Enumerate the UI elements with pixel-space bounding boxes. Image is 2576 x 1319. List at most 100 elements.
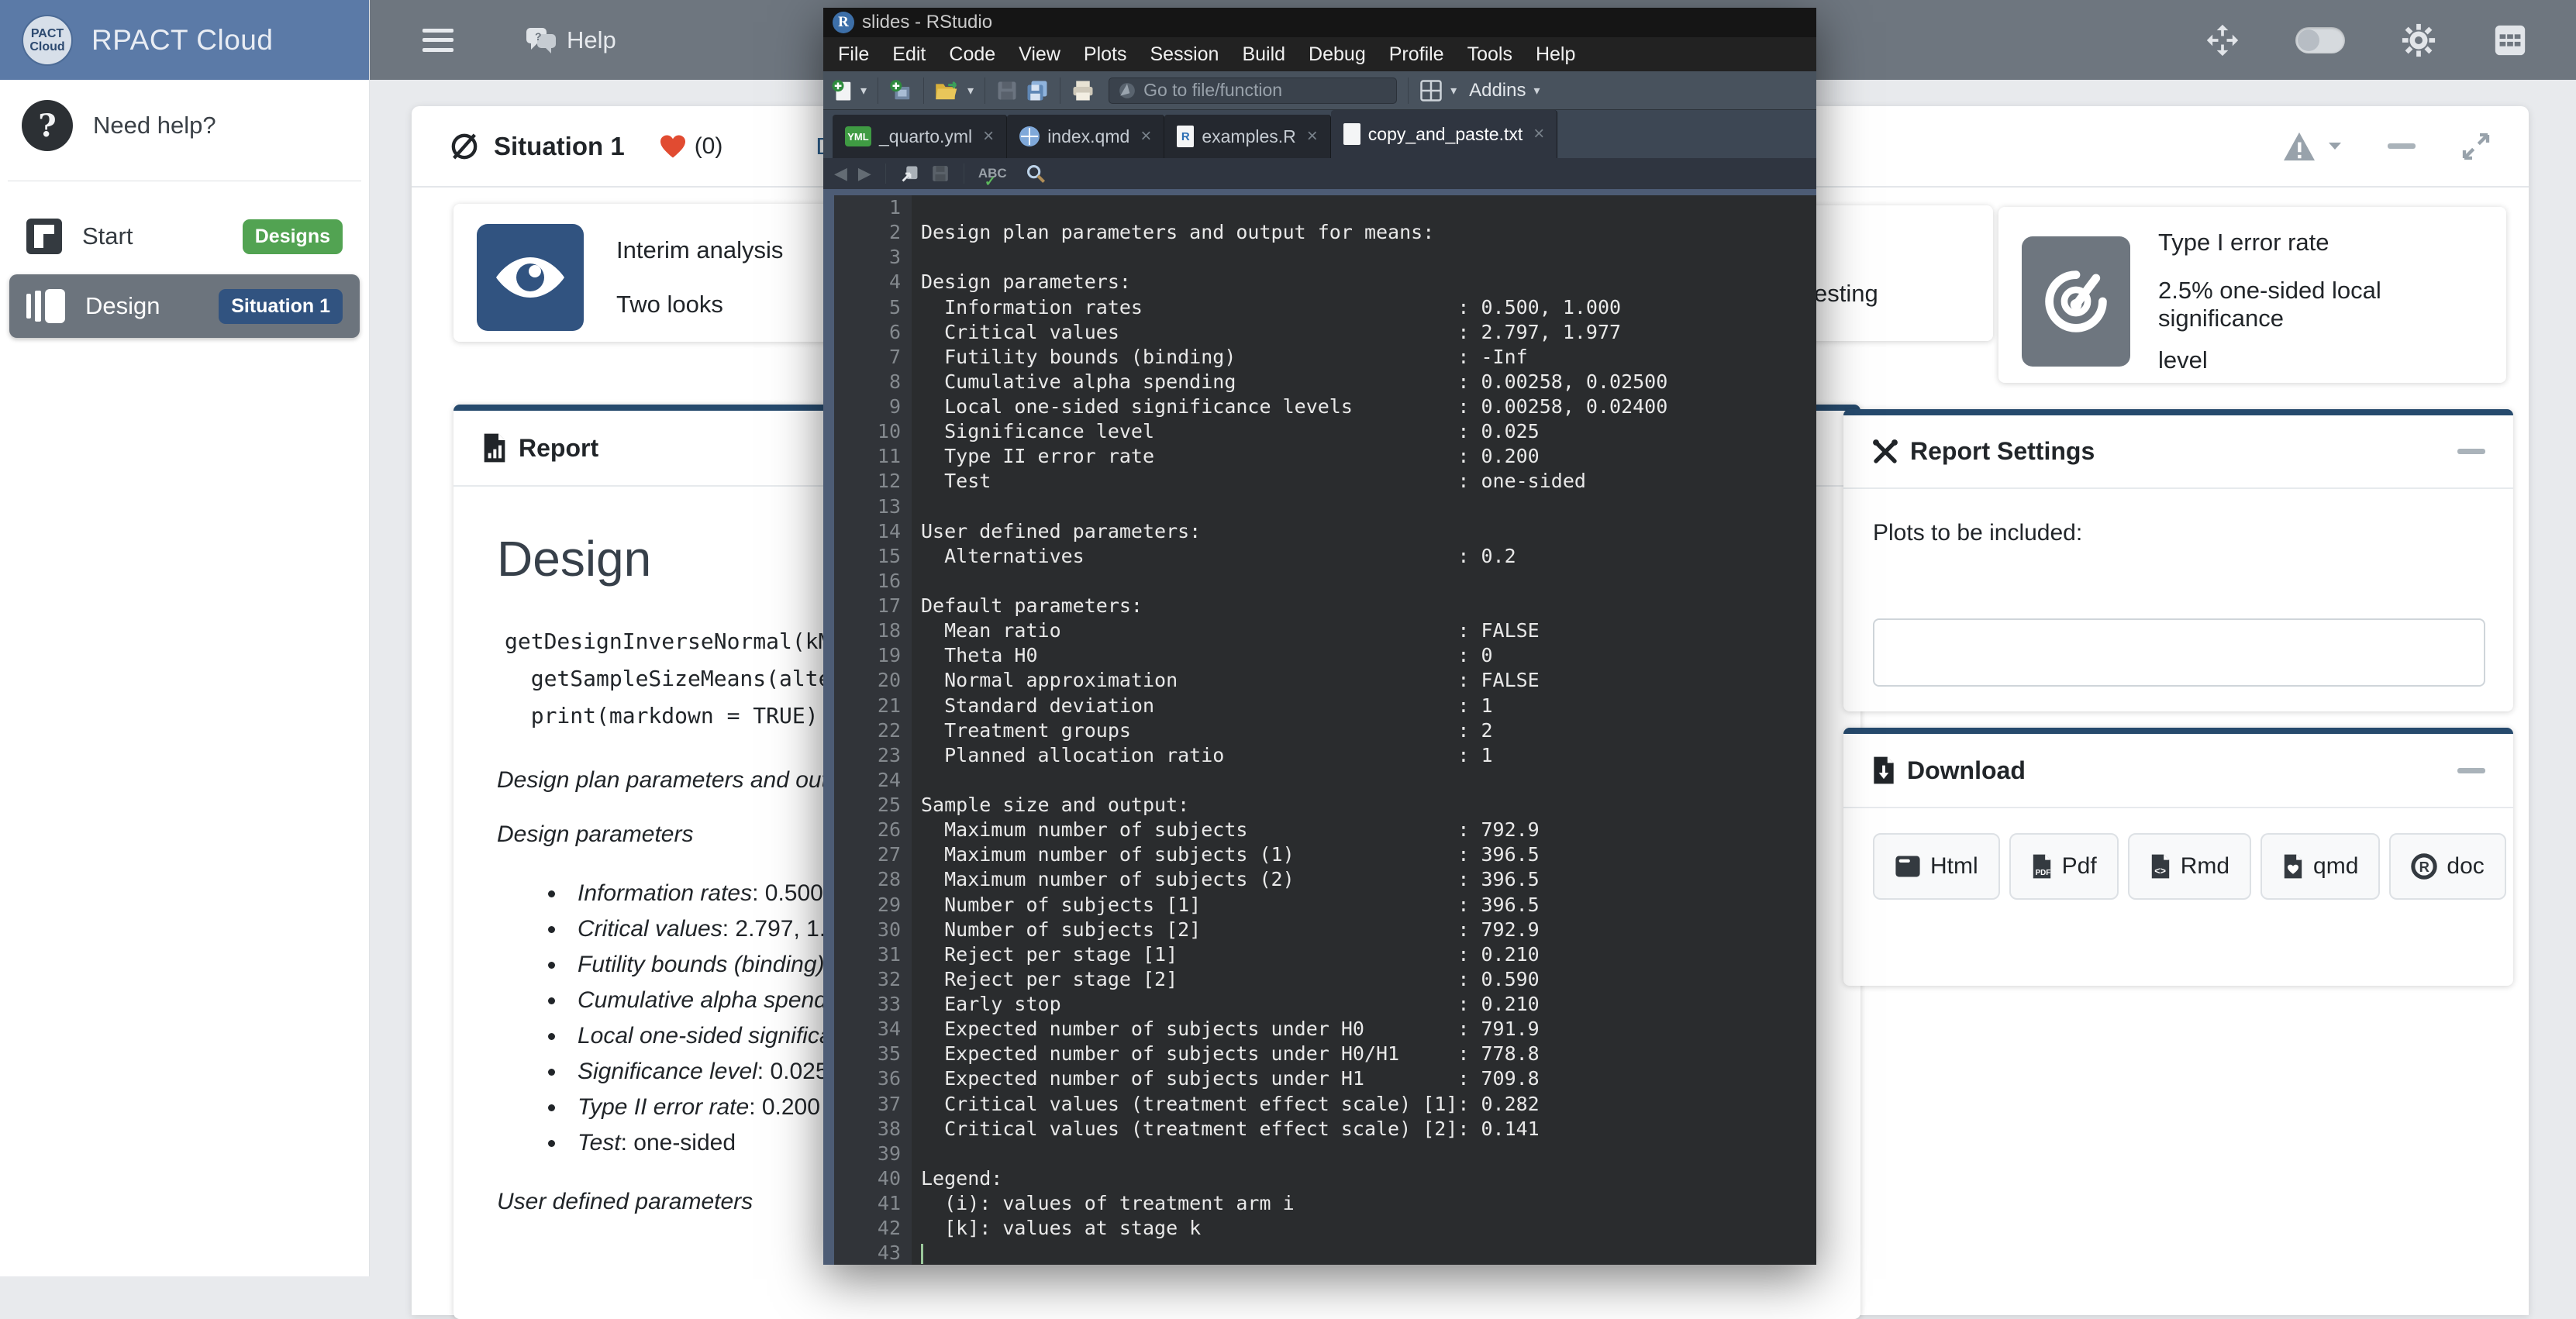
new-file-caret[interactable]: ▾ [860, 83, 867, 98]
menu-debug[interactable]: Debug [1297, 43, 1378, 66]
menu-build[interactable]: Build [1230, 43, 1297, 66]
download-qmd-button[interactable]: qmd [2260, 833, 2380, 900]
code-line-24[interactable] [921, 768, 1816, 793]
addins-menu[interactable]: Addins [1469, 80, 1526, 102]
code-line-34[interactable]: Expected number of subjects under H0 : 7… [921, 1017, 1816, 1042]
code-line-15[interactable]: Alternatives : 0.2 [921, 544, 1816, 569]
code-line-12[interactable]: Test : one-sided [921, 469, 1816, 494]
popout-window-icon[interactable] [900, 164, 920, 184]
code-line-6[interactable]: Critical values : 2.797, 1.977 [921, 320, 1816, 345]
close-icon[interactable]: × [1533, 123, 1544, 145]
code-line-39[interactable] [921, 1142, 1816, 1166]
rstudio-window[interactable]: R slides - RStudio FileEditCodeViewPlots… [823, 8, 1816, 1265]
code-line-29[interactable]: Number of subjects [1] : 396.5 [921, 893, 1816, 918]
code-line-21[interactable]: Standard deviation : 1 [921, 694, 1816, 718]
find-replace-icon[interactable] [1026, 164, 1046, 184]
code-line-43[interactable] [921, 1241, 1816, 1265]
sidebar-item-start[interactable]: Start Designs [9, 205, 360, 268]
new-file-icon[interactable] [831, 79, 853, 102]
editor-tab-_quarto.yml[interactable]: YML_quarto.yml× [833, 115, 1007, 158]
open-folder-icon[interactable] [935, 80, 960, 102]
code-line-26[interactable]: Maximum number of subjects : 792.9 [921, 818, 1816, 842]
save-all-icon[interactable] [1026, 79, 1049, 102]
code-line-22[interactable]: Treatment groups : 2 [921, 718, 1816, 743]
need-help-item[interactable]: ? Need help? [0, 80, 369, 171]
close-icon[interactable]: × [983, 126, 994, 147]
hamburger-menu-icon[interactable] [422, 29, 453, 52]
warnings-dropdown[interactable] [2282, 131, 2343, 162]
save-icon[interactable] [996, 80, 1018, 102]
code-line-7[interactable]: Futility bounds (binding) : -Inf [921, 345, 1816, 370]
code-line-33[interactable]: Early stop : 0.210 [921, 992, 1816, 1017]
download-pdf-button[interactable]: PDFPdf [2009, 833, 2119, 900]
code-line-36[interactable]: Expected number of subjects under H1 : 7… [921, 1066, 1816, 1091]
back-icon[interactable]: ◀ [834, 164, 847, 184]
code-line-20[interactable]: Normal approximation : FALSE [921, 668, 1816, 693]
code-line-17[interactable]: Default parameters: [921, 594, 1816, 618]
code-line-37[interactable]: Critical values (treatment effect scale)… [921, 1092, 1816, 1117]
code-line-16[interactable] [921, 569, 1816, 594]
pane-layout-icon[interactable] [1419, 79, 1443, 102]
menu-view[interactable]: View [1007, 43, 1072, 66]
code-line-27[interactable]: Maximum number of subjects (1) : 396.5 [921, 842, 1816, 867]
code-line-2[interactable]: Design plan parameters and output for me… [921, 220, 1816, 245]
collapse-settings-button[interactable] [2457, 449, 2485, 454]
code-line-31[interactable]: Reject per stage [1] : 0.210 [921, 942, 1816, 967]
gear-icon[interactable] [2401, 22, 2436, 58]
collapse-panel-button[interactable] [2388, 143, 2416, 149]
menu-code[interactable]: Code [937, 43, 1007, 66]
code-line-13[interactable] [921, 494, 1816, 519]
editor-code[interactable]: Design plan parameters and output for me… [912, 195, 1816, 1265]
code-line-9[interactable]: Local one-sided significance levels : 0.… [921, 394, 1816, 419]
code-line-23[interactable]: Planned allocation ratio : 1 [921, 743, 1816, 768]
close-icon[interactable]: × [1140, 126, 1151, 147]
code-line-30[interactable]: Number of subjects [2] : 792.9 [921, 918, 1816, 942]
code-line-35[interactable]: Expected number of subjects under H0/H1 … [921, 1042, 1816, 1066]
menu-help[interactable]: Help [1524, 43, 1587, 66]
menu-tools[interactable]: Tools [1456, 43, 1524, 66]
menu-file[interactable]: File [826, 43, 881, 66]
code-line-14[interactable]: User defined parameters: [921, 519, 1816, 544]
code-line-1[interactable] [921, 195, 1816, 220]
code-line-3[interactable] [921, 245, 1816, 270]
topbar-help-button[interactable]: ? Help [525, 26, 616, 54]
open-recent-caret[interactable]: ▾ [967, 83, 974, 98]
code-line-11[interactable]: Type II error rate : 0.200 [921, 444, 1816, 469]
code-line-5[interactable]: Information rates : 0.500, 1.000 [921, 295, 1816, 320]
theme-toggle[interactable] [2295, 27, 2345, 53]
code-line-19[interactable]: Theta H0 : 0 [921, 643, 1816, 668]
code-line-10[interactable]: Significance level : 0.025 [921, 419, 1816, 444]
code-line-25[interactable]: Sample size and output: [921, 793, 1816, 818]
editor-tab-examples.R[interactable]: Rexamples.R× [1164, 115, 1330, 158]
apps-grid-icon[interactable] [2492, 22, 2528, 58]
code-line-42[interactable]: [k]: values at stage k [921, 1216, 1816, 1241]
editor-pane[interactable]: 1234567891011121314151617181920212223242… [823, 189, 1816, 1265]
menu-profile[interactable]: Profile [1378, 43, 1456, 66]
new-project-icon[interactable] [889, 79, 912, 102]
fullscreen-icon[interactable] [2205, 23, 2240, 57]
pane-layout-caret[interactable]: ▾ [1450, 83, 1457, 98]
menu-edit[interactable]: Edit [881, 43, 937, 66]
code-line-41[interactable]: (i): values of treatment arm i [921, 1191, 1816, 1216]
download-doc-button[interactable]: Rdoc [2389, 833, 2505, 900]
code-line-38[interactable]: Critical values (treatment effect scale)… [921, 1117, 1816, 1142]
likes-counter[interactable]: (0) [659, 133, 723, 160]
code-line-4[interactable]: Design parameters: [921, 270, 1816, 294]
code-line-18[interactable]: Mean ratio : FALSE [921, 618, 1816, 643]
download-html-button[interactable]: Html [1873, 833, 2000, 900]
collapse-download-button[interactable] [2457, 768, 2485, 773]
editor-tab-index.qmd[interactable]: index.qmd× [1007, 115, 1164, 158]
code-line-32[interactable]: Reject per stage [2] : 0.590 [921, 967, 1816, 992]
plots-input[interactable] [1873, 618, 2485, 687]
spellcheck-icon[interactable]: ABC [978, 166, 1007, 181]
menu-plots[interactable]: Plots [1072, 43, 1139, 66]
editor-tab-copy_and_paste.txt[interactable]: copy_and_paste.txt× [1331, 110, 1558, 158]
editor-save-icon[interactable] [931, 164, 950, 183]
print-icon[interactable] [1071, 80, 1095, 102]
type1-error-card[interactable]: Type I error rate 2.5% one-sided local s… [1998, 207, 2506, 383]
forward-icon[interactable]: ▶ [858, 164, 871, 184]
code-line-8[interactable]: Cumulative alpha spending : 0.00258, 0.0… [921, 370, 1816, 394]
rstudio-titlebar[interactable]: R slides - RStudio [823, 8, 1816, 37]
menu-session[interactable]: Session [1139, 43, 1231, 66]
sidebar-item-design[interactable]: Design Situation 1 [9, 274, 360, 338]
